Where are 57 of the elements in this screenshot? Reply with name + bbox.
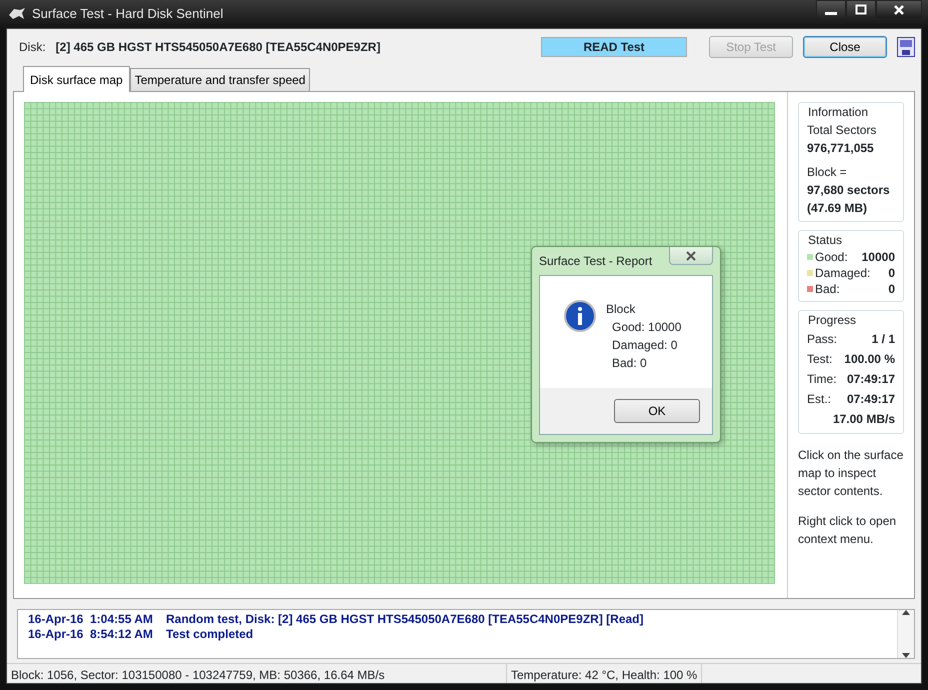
- info-text: 976,771,055: [807, 140, 874, 157]
- window-title: Surface Test - Hard Disk Sentinel: [32, 5, 224, 24]
- disk-name: [2] 465 GB HGST HTS545050A7E680 [TEA55C4N0PE9ZR]: [56, 39, 380, 56]
- info-text: (47.69 MB): [807, 200, 868, 217]
- info-text: 97,680 sectors: [807, 182, 890, 199]
- minimize-icon: [825, 12, 837, 15]
- maximize-button[interactable]: [846, 0, 876, 19]
- message-heading: Block: [606, 301, 636, 318]
- log-time: 1:04:55 AM: [90, 612, 154, 627]
- log-date: 16-Apr-16: [28, 627, 84, 642]
- progress-label: Est.:: [807, 391, 832, 408]
- info-text: Total Sectors: [807, 122, 876, 139]
- ok-button[interactable]: OK: [614, 399, 700, 423]
- tab[interactable]: Disk surface map: [23, 66, 130, 92]
- info-icon: [564, 300, 596, 332]
- test-mode-indicator: READ Test: [541, 37, 687, 57]
- log-message: Random test, Disk: [2] 465 GB HGST HTS545050A7E680 [TEA55C4N0PE9ZR] [Read]: [166, 612, 644, 626]
- status-bar-text: Block: 1056, Sector: 103150080 - 103247759, MB: 50366, 16.64 MB/s: [7, 664, 507, 683]
- progress-value: 17.00 MB/s: [832, 411, 895, 428]
- save-icon[interactable]: [897, 37, 915, 57]
- scroll-up-icon: [902, 610, 910, 615]
- dialog-button[interactable]: Close: [803, 36, 887, 58]
- progress-value: 07:49:17: [846, 371, 895, 388]
- close-icon: [893, 4, 905, 16]
- log-time: 8:54:12 AM: [90, 627, 154, 642]
- message-line: Damaged: 0: [611, 337, 678, 354]
- maximize-icon: [855, 4, 867, 16]
- status-label: Damaged:: [815, 265, 870, 281]
- progress-value: 07:49:17: [846, 391, 895, 408]
- dialog-title: Surface Test - Report: [539, 253, 652, 270]
- close-button[interactable]: [669, 247, 713, 265]
- app-icon: [8, 7, 26, 21]
- progress-value: 100.00 %: [844, 351, 895, 368]
- log-message: Test completed: [166, 627, 254, 641]
- scroll-down-icon: [902, 653, 910, 658]
- close-icon: [685, 250, 697, 260]
- progress-label: Time:: [807, 371, 837, 388]
- progress-label: Pass:: [807, 331, 838, 348]
- tab[interactable]: Temperature and transfer speed: [130, 68, 310, 91]
- message-line: Bad: 0: [611, 355, 647, 372]
- group-title: Progress: [807, 313, 858, 328]
- status-label: Good:: [815, 249, 848, 265]
- progress-value: 1 / 1: [872, 331, 895, 348]
- close-button[interactable]: [876, 0, 922, 19]
- info-text: Block =: [807, 164, 847, 181]
- status-bar-text: Temperature: 42 °C, Health: 100 %: [507, 664, 702, 683]
- log-date: 16-Apr-16: [28, 612, 84, 627]
- hint-text: Right click to open context menu.: [798, 513, 898, 548]
- minimize-button[interactable]: [816, 0, 846, 19]
- progress-label: Test:: [807, 351, 832, 368]
- status-label: Bad:: [815, 281, 840, 297]
- status-value: 0: [888, 265, 895, 281]
- status-value: 0: [888, 281, 895, 297]
- disk-label: Disk:: [19, 39, 46, 56]
- hint-text: Click on the surface map to inspect sector contents.: [798, 447, 904, 500]
- message-line: Good: 10000: [611, 319, 682, 336]
- status-value: 10000: [862, 249, 895, 265]
